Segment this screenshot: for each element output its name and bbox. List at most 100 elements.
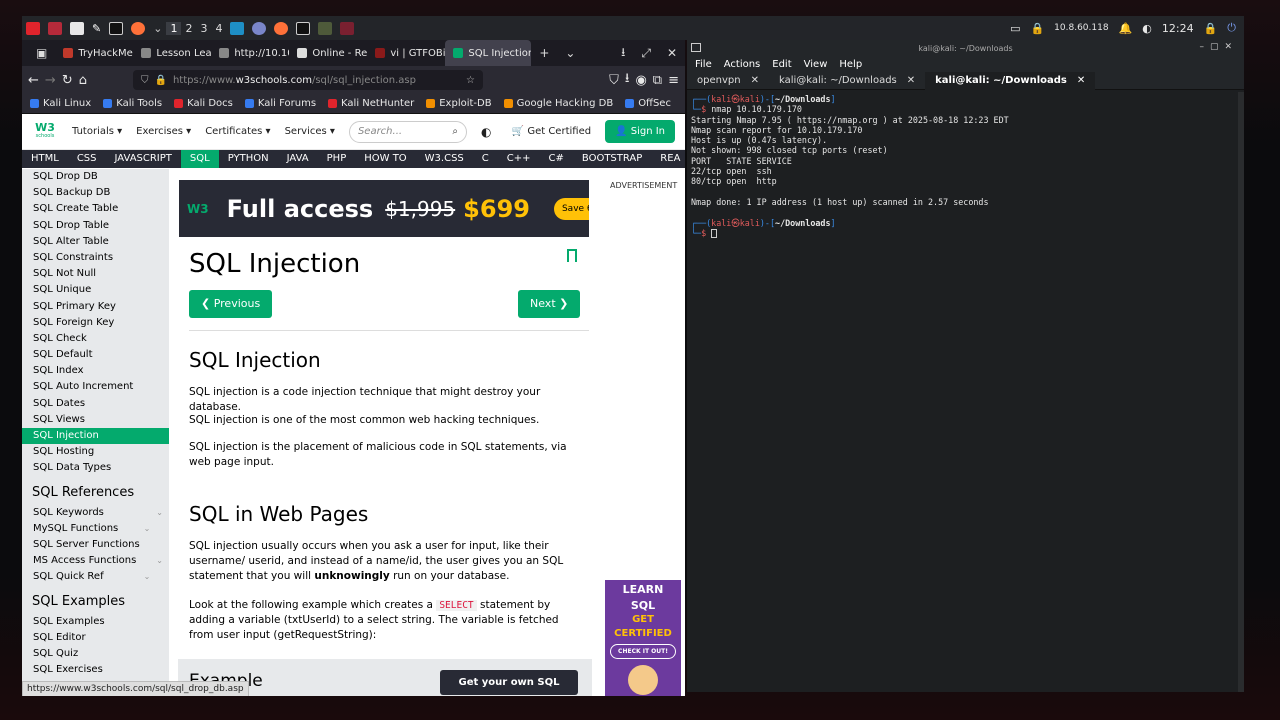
bookmark-kali-linux[interactable]: Kali Linux [30, 98, 91, 109]
topic-c-[interactable]: C# [540, 150, 573, 168]
taskbar-app-1-icon[interactable] [226, 16, 248, 40]
w3schools-logo[interactable]: W3 schools [32, 119, 58, 145]
sidenav-item[interactable]: SQL Views [22, 412, 169, 428]
topic-css[interactable]: CSS [68, 150, 106, 168]
workspace-1[interactable]: 1 [166, 21, 182, 35]
downloads-icon[interactable]: ⭳ [625, 69, 630, 91]
bookmark-kali-docs[interactable]: Kali Docs [174, 98, 233, 109]
sidenav-item[interactable]: SQL Data Types [22, 460, 169, 476]
next-button[interactable]: Next ❯ [518, 290, 581, 318]
kali-menu-icon[interactable] [22, 16, 44, 40]
terminal-tab[interactable]: kali@kali: ~/Downloads ✕ [769, 72, 925, 90]
sidenav-item[interactable]: SQL Create Table [22, 201, 169, 217]
bookmark-kali-nethunter[interactable]: Kali NetHunter [328, 98, 414, 109]
terminal-menu-actions[interactable]: Actions [724, 59, 761, 70]
back-arrow-icon[interactable]: ← [28, 73, 39, 88]
workspace-3[interactable]: 3 [196, 22, 211, 35]
browser-tab-target-ip[interactable]: http://10.10.179 [211, 40, 289, 66]
sidenav-item[interactable]: SQL Check [22, 331, 169, 347]
download-arrow-icon[interactable]: ⭳ [613, 43, 633, 64]
file-manager-icon[interactable] [66, 16, 88, 40]
apps-dropdown-icon[interactable]: ⌄ [149, 16, 166, 40]
sidenav-item[interactable]: SQL Auto Increment [22, 379, 169, 395]
topic-rea[interactable]: REA [651, 150, 685, 168]
browser-tab-gtfobins[interactable]: vi | GTFOBins [367, 40, 445, 66]
lock-screen-icon[interactable]: 🔒 [1204, 22, 1218, 35]
firefox-launcher-icon[interactable] [127, 16, 149, 40]
sidenav-item[interactable]: SQL Hosting [22, 444, 169, 460]
taskbar-firefox-icon[interactable] [270, 16, 292, 40]
terminal-menu-edit[interactable]: Edit [772, 59, 791, 70]
terminal-cursor[interactable] [711, 228, 718, 238]
sidenav-item[interactable]: SQL Default [22, 347, 169, 363]
promo-banner[interactable]: W3 Full access $1,995 $699 Save 65% [179, 180, 589, 237]
browser-tab-lesson[interactable]: Lesson Learned [133, 40, 211, 66]
terminal-menu-view[interactable]: View [804, 59, 828, 70]
workspace-4[interactable]: 4 [211, 22, 226, 35]
show-desktop-icon[interactable] [44, 16, 66, 40]
topic-how-to[interactable]: HOW TO [355, 150, 415, 168]
power-icon[interactable]: ⏻ [1227, 21, 1236, 35]
terminal-tab[interactable]: kali@kali: ~/Downloads ✕ [925, 71, 1096, 90]
sidenav-item[interactable]: SQL Drop DB [22, 169, 169, 185]
topic-java[interactable]: JAVA [278, 150, 318, 168]
extensions-icon[interactable]: ⧉ [653, 73, 662, 88]
reload-icon[interactable]: ↻ [62, 73, 73, 88]
bookmark-star-icon[interactable]: ☆ [466, 75, 475, 86]
sidenav-reference-item[interactable]: SQL Keywords ⌄ [22, 505, 169, 521]
topic-c-[interactable]: C++ [498, 150, 540, 168]
window-controls-icon[interactable]: –▢✕ [1199, 42, 1238, 52]
terminal-menu-file[interactable]: File [695, 59, 712, 70]
taskbar-terminal-icon[interactable] [292, 16, 314, 40]
terminal-launcher-icon[interactable] [105, 16, 127, 40]
terminal-scrollbar[interactable] [1238, 92, 1244, 692]
menu-services[interactable]: Services ▾ [285, 126, 335, 137]
new-tab-icon[interactable]: + [531, 46, 557, 60]
learn-sql-ad[interactable]: LEARN SQL GET CERTIFIED CHECK IT OUT! [605, 580, 681, 696]
browser-tab-tryhackme[interactable]: TryHackMe [55, 40, 133, 66]
menu-hamburger-icon[interactable]: ≡ [668, 73, 679, 88]
menu-exercises[interactable]: Exercises ▾ [136, 126, 191, 137]
sidenav-item[interactable]: SQL Dates [22, 396, 169, 412]
sidenav-item[interactable]: SQL Injection [22, 428, 169, 445]
taskbar-app-5-icon[interactable] [314, 16, 336, 40]
home-icon[interactable]: ⌂ [79, 73, 87, 88]
account-icon[interactable]: ◉ [635, 73, 646, 88]
ad-check-it-out-button[interactable]: CHECK IT OUT! [610, 644, 676, 659]
close-window-icon[interactable]: ✕ [659, 46, 685, 60]
sidenav-reference-item[interactable]: MySQL Functions ⌄ [22, 521, 169, 537]
topic-bootstrap[interactable]: BOOTSTRAP [573, 150, 651, 168]
menu-tutorials[interactable]: Tutorials ▾ [72, 126, 122, 137]
tab-overflow-icon[interactable]: ⌄ [557, 46, 583, 60]
topic-javascript[interactable]: JAVASCRIPT [106, 150, 181, 168]
taskbar-app-2-icon[interactable] [248, 16, 270, 40]
sidenav-item[interactable]: SQL Index [22, 363, 169, 379]
previous-button[interactable]: ❮ Previous [189, 290, 273, 318]
maximize-icon[interactable]: ⤢ [633, 46, 659, 61]
bookmark-exploit-db[interactable]: Exploit-DB [426, 98, 492, 109]
close-tab-icon[interactable]: ✕ [1077, 75, 1085, 86]
sidenav-example-item[interactable]: SQL Exercises [22, 662, 169, 678]
topic-w3-css[interactable]: W3.CSS [416, 150, 473, 168]
close-tab-icon[interactable]: ✕ [907, 75, 915, 86]
sidenav-example-item[interactable]: SQL Examples [22, 614, 169, 630]
sign-in-button[interactable]: 👤 Sign In [605, 120, 675, 143]
url-bar[interactable]: ⛉ 🔒 https://www.w3schools.com/sql/sql_in… [132, 70, 483, 90]
notification-bell-icon[interactable]: 🔔 [1119, 22, 1133, 35]
search-input[interactable]: Search... ⌕ [348, 120, 467, 143]
shield-icon[interactable]: ⛉ [141, 75, 149, 86]
text-editor-icon[interactable]: ✎ [88, 16, 105, 40]
sidenav-example-item[interactable]: SQL Editor [22, 630, 169, 646]
sidenav-item[interactable]: SQL Not Null [22, 266, 169, 282]
close-tab-icon[interactable]: ✕ [751, 75, 759, 86]
sidenav-reference-item[interactable]: SQL Server Functions ⌄ [22, 537, 169, 565]
workspace-2[interactable]: 2 [181, 22, 196, 35]
topic-c[interactable]: C [473, 150, 498, 168]
menu-certificates[interactable]: Certificates ▾ [205, 126, 270, 137]
taskbar-app-6-icon[interactable] [336, 16, 358, 40]
get-sql-server-button[interactable]: Get your own SQL Server [440, 670, 578, 695]
terminal-tab[interactable]: openvpn ✕ [687, 72, 769, 90]
padlock-icon[interactable]: 🔒 [154, 75, 166, 86]
bookmark-google-hacking-db[interactable]: Google Hacking DB [503, 98, 613, 109]
sidenav-reference-item[interactable]: MS Access Functions ⌄ [22, 553, 169, 581]
